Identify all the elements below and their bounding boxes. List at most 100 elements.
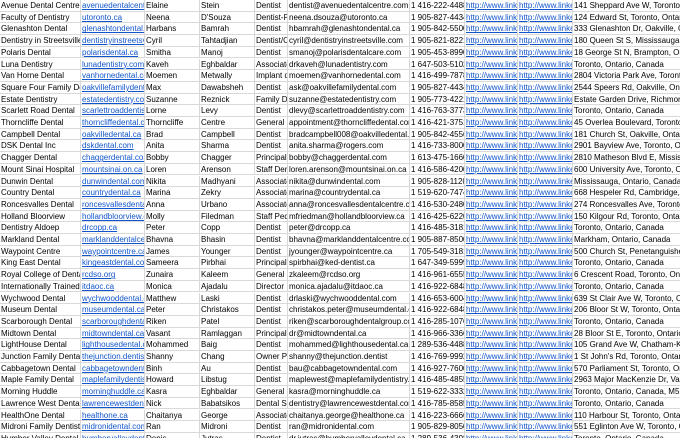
- cell-linkedin-1[interactable]: http://www.linkedin.com/: [465, 198, 518, 210]
- cell-phone[interactable]: 1 905-453-8990: [410, 46, 465, 58]
- cell-website[interactable]: dunwindental.com: [81, 175, 145, 187]
- cell-linkedin-2[interactable]: http://www.linkedin.com/: [518, 0, 573, 11]
- cell-company[interactable]: Faculty of Dentistry: [0, 11, 81, 23]
- cell-last-name[interactable]: Kaleem: [200, 269, 255, 280]
- cell-first-name[interactable]: Ran: [145, 421, 200, 432]
- cell-address[interactable]: 551 Eglinton Ave W, Toronto, Ontario: [573, 421, 680, 432]
- cell-last-name[interactable]: Christakos: [200, 304, 255, 315]
- cell-linkedin-1[interactable]: http://www.linkedin.com/: [465, 280, 518, 292]
- cell-website[interactable]: morninghuddle.ca: [81, 386, 145, 397]
- cell-website[interactable]: hollandbloorview.ca: [81, 210, 145, 222]
- cell-first-name[interactable]: Peter: [145, 222, 200, 233]
- cell-address[interactable]: Toronto, Ontario, Canada: [573, 257, 680, 268]
- cell-email[interactable]: dr@midtowndental.ca: [288, 327, 410, 339]
- cell-first-name[interactable]: Kaveh: [145, 58, 200, 70]
- cell-company[interactable]: Mount Sinai Hospital: [0, 163, 81, 175]
- cell-first-name[interactable]: Smitha: [145, 46, 200, 58]
- cell-linkedin-1[interactable]: http://www.linkedin.com/: [465, 362, 518, 374]
- cell-title[interactable]: Principal Dentist: [255, 327, 288, 339]
- cell-company[interactable]: King East Dental: [0, 257, 81, 269]
- cell-company[interactable]: Roncesvalles Dental: [0, 198, 81, 210]
- cell-linkedin-1[interactable]: http://www.linkedin.com/: [465, 105, 518, 116]
- cell-linkedin-2[interactable]: http://www.linkedin.com/: [518, 11, 573, 23]
- cell-phone[interactable]: 1 905-827-4434: [410, 11, 465, 23]
- cell-first-name[interactable]: Loren: [145, 163, 200, 175]
- cell-phone[interactable]: 1 416-485-4855: [410, 374, 465, 386]
- cell-website[interactable]: roncesvallesdentalcentre.com: [81, 198, 145, 210]
- cell-address[interactable]: 2963 Major MacKenzie Dr, Vaughan, Ontari…: [573, 374, 680, 385]
- cell-title[interactable]: Dentist: [255, 245, 288, 257]
- cell-first-name[interactable]: Molly: [145, 210, 200, 222]
- cell-phone[interactable]: 1 416-966-3366: [410, 327, 465, 339]
- cell-linkedin-2[interactable]: http://www.linkedin.com/: [518, 351, 573, 362]
- cell-last-name[interactable]: Copp: [200, 222, 255, 233]
- cell-first-name[interactable]: Brad: [145, 128, 200, 140]
- cell-email[interactable]: jyounger@waypointcentre.ca: [288, 245, 410, 257]
- cell-title[interactable]: Associate Dentist: [255, 409, 288, 421]
- cell-linkedin-1[interactable]: http://www.linkedin.com/: [465, 117, 518, 128]
- cell-title[interactable]: Dentist: [255, 304, 288, 315]
- cell-linkedin-2[interactable]: http://www.linkedin.com/: [518, 397, 573, 409]
- cell-last-name[interactable]: Dawabsheh: [200, 81, 255, 93]
- cell-last-name[interactable]: Reznick: [200, 93, 255, 105]
- cell-address[interactable]: 600 University Ave, Toronto, Ontario: [573, 164, 680, 175]
- cell-linkedin-1[interactable]: http://www.linkedin.com/: [465, 81, 518, 93]
- cell-website[interactable]: vanhornedental.com: [81, 70, 145, 81]
- cell-linkedin-2[interactable]: http://www.linkedin.com/: [518, 222, 573, 233]
- cell-phone[interactable]: 1 416-223-6666: [410, 409, 465, 421]
- cell-title[interactable]: Dentist: [255, 140, 288, 152]
- cell-last-name[interactable]: Manoj: [200, 46, 255, 58]
- cell-phone[interactable]: 1 647-349-5999: [410, 257, 465, 269]
- cell-last-name[interactable]: Urbano: [200, 198, 255, 210]
- cell-linkedin-2[interactable]: http://www.linkedin.com/: [518, 409, 573, 421]
- cell-last-name[interactable]: Madhyani: [200, 175, 255, 187]
- cell-linkedin-1[interactable]: http://www.linkedin.com/: [465, 327, 518, 339]
- cell-website[interactable]: midtowndental.ca: [81, 327, 145, 339]
- cell-website[interactable]: dskdental.com: [81, 140, 145, 152]
- cell-linkedin-2[interactable]: http://www.linkedin.com/: [518, 58, 573, 70]
- cell-linkedin-1[interactable]: http://www.linkedin.com/: [465, 397, 518, 409]
- cell-title[interactable]: Dentist: [255, 81, 288, 93]
- cell-title[interactable]: Dentist: [255, 128, 288, 140]
- cell-company[interactable]: Thorncliffe Dental: [0, 117, 81, 128]
- cell-first-name[interactable]: Chaitanya: [145, 409, 200, 421]
- cell-phone[interactable]: 1 416-586-4200: [410, 163, 465, 175]
- cell-email[interactable]: mohammed@lighthousedental.ca: [288, 339, 410, 350]
- cell-email[interactable]: shanny@thejunction.dentist: [288, 351, 410, 362]
- cell-company[interactable]: Van Horne Dental: [0, 70, 81, 81]
- cell-first-name[interactable]: Vasant: [145, 327, 200, 339]
- cell-title[interactable]: Dentist: [255, 292, 288, 304]
- cell-email[interactable]: ask@oakvillefamilydental.com: [288, 81, 410, 93]
- cell-address[interactable]: Toronto, Ontario, Canada: [573, 316, 680, 327]
- cell-email[interactable]: cyril@dentistryinstreetsville.com: [288, 35, 410, 46]
- cell-website[interactable]: humbervalleydental.ca: [81, 432, 145, 438]
- cell-last-name[interactable]: Centre: [200, 117, 255, 128]
- cell-company[interactable]: Royal College of Dental: [0, 269, 81, 280]
- cell-address[interactable]: 206 Bloor St W, Toronto, Ontario: [573, 304, 680, 315]
- cell-phone[interactable]: 1 416-763-3773: [410, 105, 465, 116]
- cell-email[interactable]: bau@cabbagetowndental.com: [288, 362, 410, 374]
- cell-last-name[interactable]: Younger: [200, 245, 255, 257]
- cell-address[interactable]: 6 Crescent Road, Toronto, Ontario: [573, 269, 680, 280]
- cell-title[interactable]: Owner Principal Dentist: [255, 351, 288, 362]
- cell-company[interactable]: Glenashton Dental: [0, 23, 81, 35]
- cell-address[interactable]: 668 Hespeler Rd, Cambridge, Ontario: [573, 187, 680, 198]
- cell-phone[interactable]: 1 416-485-3181: [410, 222, 465, 233]
- cell-company[interactable]: Morning Huddle: [0, 386, 81, 397]
- cell-address[interactable]: Toronto, Ontario, Canada, M5H: [573, 386, 680, 397]
- cell-linkedin-2[interactable]: http://www.linkedin.com/: [518, 128, 573, 140]
- cell-linkedin-1[interactable]: http://www.linkedin.com/: [465, 11, 518, 23]
- cell-website[interactable]: maplefamilydentistry.com: [81, 374, 145, 386]
- cell-last-name[interactable]: Bhasin: [200, 234, 255, 245]
- cell-first-name[interactable]: Denis: [145, 432, 200, 438]
- cell-first-name[interactable]: Bhavna: [145, 234, 200, 245]
- cell-address[interactable]: Estate Garden Drive, Richmond Hill: [573, 94, 680, 105]
- cell-linkedin-2[interactable]: http://www.linkedin.com/: [518, 35, 573, 46]
- cell-email[interactable]: drkaveh@lunadentistry.com: [288, 58, 410, 70]
- cell-company[interactable]: Polaris Dental: [0, 46, 81, 58]
- cell-email[interactable]: smanoj@polarisdentalcare.com: [288, 46, 410, 58]
- cell-website[interactable]: dentistryinstreetsville.com: [81, 35, 145, 46]
- cell-website[interactable]: scarlettroaddentistry.com: [81, 105, 145, 116]
- cell-address[interactable]: Markham, Ontario, Canada: [573, 234, 680, 245]
- cell-company[interactable]: DSK Dental Inc: [0, 140, 81, 152]
